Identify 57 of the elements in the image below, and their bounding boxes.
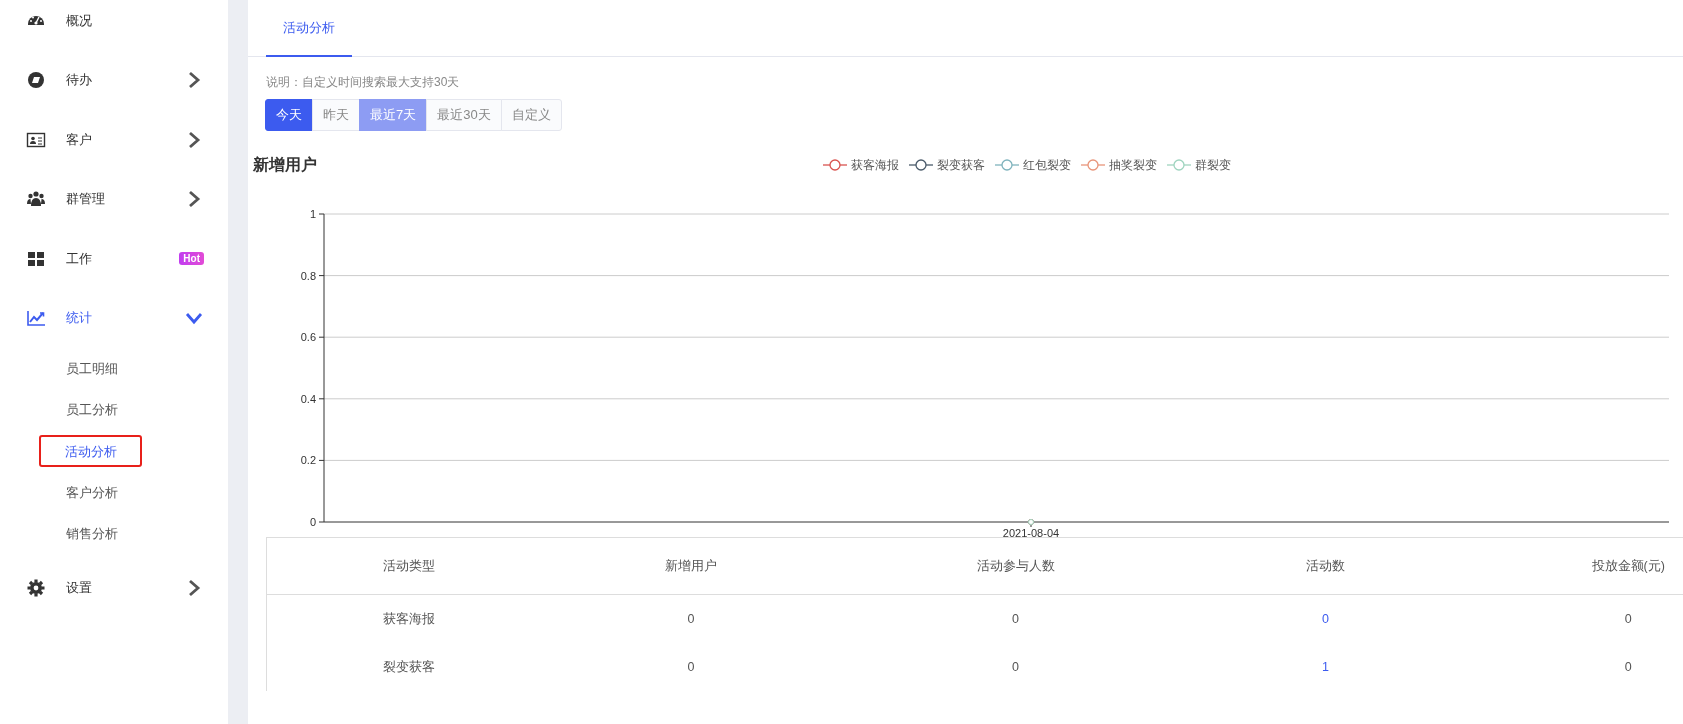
y-tick-label: 0.6 [300, 331, 316, 344]
sidebar-item[interactable]: 客户 [0, 110, 228, 170]
sidebar-label: 概况 [66, 11, 93, 30]
hot-badge: Hot [179, 252, 204, 266]
legend-item[interactable]: 红包裂变 [995, 157, 1071, 173]
date-range-button[interactable]: 最近30天 [426, 99, 502, 131]
sidebar-item[interactable]: 设置 [0, 558, 228, 618]
legend-item[interactable]: 裂变获客 [909, 157, 985, 173]
submenu-item[interactable]: 员工明细 [66, 348, 118, 390]
column-header: 活动参与人数 [830, 537, 1201, 595]
note-text: 说明：自定义时间搜索最大支持30天 [266, 74, 461, 91]
sidebar-item[interactable]: 群管理 [0, 169, 228, 229]
sidebar-item[interactable]: 统计 [0, 288, 228, 348]
table-cell: 裂变获客 [266, 643, 551, 691]
date-range-button[interactable]: 自定义 [500, 99, 562, 131]
y-tick-label: 0 [309, 516, 316, 528]
settings-icon [26, 578, 46, 599]
sidebar-label: 待办 [66, 71, 93, 90]
sidebar-item[interactable]: 工作 Hot [0, 229, 228, 289]
legend-item[interactable]: 群裂变 [1167, 157, 1231, 173]
tab[interactable]: 活动分析 [266, 1, 352, 57]
sidebar-item[interactable]: 待办 [0, 50, 228, 110]
sidebar-label: 客户 [66, 130, 93, 149]
table-cell: 获客海报 [266, 594, 551, 643]
compass-icon [26, 70, 46, 91]
legend-item[interactable]: 抽奖裂变 [1081, 157, 1157, 173]
legend-item[interactable]: 获客海报 [823, 157, 899, 173]
table-cell: 0 [830, 594, 1201, 643]
y-tick-label: 0.8 [300, 269, 316, 282]
table-cell-text: 0 [686, 659, 696, 676]
sidebar-label: 工作 [66, 249, 93, 268]
column-header: 投放金额(元) [1450, 537, 1683, 595]
sidebar-label: 设置 [66, 579, 93, 598]
line-chart-icon [26, 308, 46, 329]
date-range-button[interactable]: 昨天 [312, 99, 360, 131]
submenu-item[interactable]: 客户分析 [66, 471, 118, 514]
table-cell: 0 [550, 594, 831, 643]
column-header: 新增用户 [550, 537, 831, 595]
submenu-item[interactable]: 销售分析 [66, 513, 118, 555]
y-tick-label: 1 [309, 208, 316, 220]
submenu-item[interactable]: 员工分析 [66, 389, 118, 431]
x-tick-label: 2021-08-04 [1002, 527, 1060, 537]
column-header: 活动数 [1200, 537, 1451, 595]
chart-title: 新增用户 [253, 154, 318, 175]
submenu-item[interactable]: 活动分析 [65, 430, 117, 472]
sidebar-label: 群管理 [66, 190, 106, 209]
date-range-button[interactable]: 今天 [265, 99, 313, 131]
table-cell-text: 0 [1623, 659, 1633, 676]
y-tick-label: 0.2 [300, 454, 316, 467]
count-link[interactable]: 0 [1200, 594, 1451, 643]
sidebar-item[interactable]: 概况 [0, 0, 228, 51]
count-link[interactable]: 1 [1200, 643, 1451, 691]
table-cell-text: 0 [1011, 659, 1021, 676]
table-cell: 0 [1450, 594, 1683, 643]
column-header: 活动类型 [266, 537, 551, 595]
sidebar-label: 统计 [66, 309, 93, 328]
y-tick-label: 0.4 [300, 392, 316, 405]
